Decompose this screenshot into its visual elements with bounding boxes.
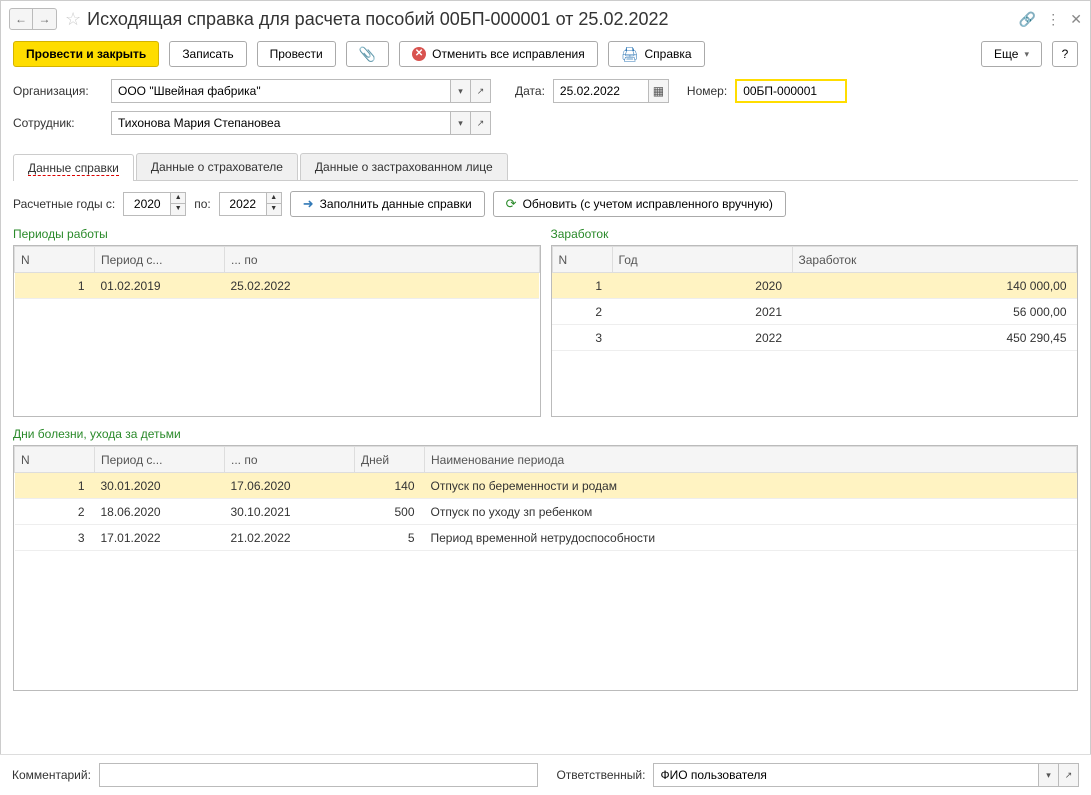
organization-label: Организация:	[13, 84, 103, 98]
earnings-title: Заработок	[551, 227, 1079, 241]
date-input[interactable]	[553, 79, 649, 103]
year-from-spinner[interactable]: ▲▼	[123, 192, 186, 216]
sick-col-n: N	[15, 447, 95, 473]
employee-open-button[interactable]: ↗	[471, 111, 491, 135]
post-button[interactable]: Провести	[257, 41, 336, 67]
sickdays-table[interactable]: N Период с... ... по Дней Наименование п…	[14, 446, 1077, 551]
sick-col-name: Наименование периода	[425, 447, 1077, 473]
responsible-input[interactable]	[653, 763, 1039, 787]
close-icon[interactable]: ✕	[1070, 11, 1082, 28]
calendar-icon: ▦	[653, 84, 664, 98]
cancel-corrections-button[interactable]: ✕ Отменить все исправления	[399, 41, 598, 67]
years-to-label: по:	[194, 197, 211, 211]
more-button[interactable]: Еще	[981, 41, 1042, 67]
table-row[interactable]: 2 18.06.2020 30.10.2021 500 Отпуск по ух…	[15, 499, 1077, 525]
table-row[interactable]: 1 30.01.2020 17.06.2020 140 Отпуск по бе…	[15, 473, 1077, 499]
sick-col-from: Период с...	[95, 447, 225, 473]
organization-open-button[interactable]: ↗	[471, 79, 491, 103]
earnings-col-year: Год	[612, 247, 792, 273]
table-row[interactable]: 1 2020 140 000,00	[552, 273, 1077, 299]
earnings-table[interactable]: N Год Заработок 1 2020 140 000,00 2 2021	[552, 246, 1078, 351]
post-and-close-button[interactable]: Провести и закрыть	[13, 41, 159, 67]
table-row[interactable]: 3 2022 450 290,45	[552, 325, 1077, 351]
help-button[interactable]: ?	[1052, 41, 1078, 67]
number-label: Номер:	[687, 84, 727, 98]
responsible-dropdown-button[interactable]: ▾	[1039, 763, 1059, 787]
year-from-input[interactable]	[124, 193, 170, 215]
periods-col-to: ... по	[225, 247, 540, 273]
organization-input[interactable]	[111, 79, 451, 103]
year-to-spinner[interactable]: ▲▼	[219, 192, 282, 216]
table-row[interactable]: 2 2021 56 000,00	[552, 299, 1077, 325]
link-icon[interactable]: 🔗	[1019, 11, 1036, 28]
fill-data-button[interactable]: ➜ Заполнить данные справки	[290, 191, 485, 217]
paperclip-icon: 📎	[359, 46, 376, 63]
comment-input[interactable]	[99, 763, 539, 787]
periods-col-n: N	[15, 247, 95, 273]
date-picker-button[interactable]: ▦	[649, 79, 669, 103]
earnings-col-sum: Заработок	[792, 247, 1077, 273]
attachments-button[interactable]: 📎	[346, 41, 389, 67]
page-title: Исходящая справка для расчета пособий 00…	[87, 9, 1019, 30]
date-label: Дата:	[515, 84, 545, 98]
tab-insurer[interactable]: Данные о страхователе	[136, 153, 298, 180]
year-from-up[interactable]: ▲	[171, 193, 185, 204]
fill-arrow-icon: ➜	[303, 196, 314, 212]
earnings-col-n: N	[552, 247, 612, 273]
periods-table[interactable]: N Период с... ... по 1 01.02.2019 25.02.…	[14, 246, 540, 299]
organization-dropdown-button[interactable]: ▾	[451, 79, 471, 103]
number-input[interactable]	[735, 79, 847, 103]
save-button[interactable]: Записать	[169, 41, 246, 67]
sickdays-title: Дни болезни, ухода за детьми	[13, 427, 1078, 441]
refresh-icon: ⟳	[506, 196, 517, 212]
employee-input[interactable]	[111, 111, 451, 135]
employee-dropdown-button[interactable]: ▾	[451, 111, 471, 135]
sick-col-days: Дней	[355, 447, 425, 473]
nav-back-button[interactable]: ←	[9, 8, 33, 30]
comment-label: Комментарий:	[12, 768, 91, 782]
tab-data[interactable]: Данные справки	[13, 154, 134, 181]
printer-icon: 🖨	[621, 46, 639, 63]
refresh-button[interactable]: ⟳ Обновить (с учетом исправленного вручн…	[493, 191, 786, 217]
cancel-icon: ✕	[412, 47, 426, 61]
responsible-open-button[interactable]: ↗	[1059, 763, 1079, 787]
favorite-icon[interactable]: ☆	[65, 9, 81, 30]
nav-forward-button[interactable]: →	[33, 8, 57, 30]
responsible-label: Ответственный:	[556, 768, 645, 782]
table-row[interactable]: 1 01.02.2019 25.02.2022	[15, 273, 540, 299]
year-to-up[interactable]: ▲	[267, 193, 281, 204]
year-from-down[interactable]: ▼	[171, 204, 185, 215]
periods-col-from: Период с...	[95, 247, 225, 273]
table-row[interactable]: 3 17.01.2022 21.02.2022 5 Период временн…	[15, 525, 1077, 551]
kebab-menu-icon[interactable]: ⋮	[1046, 11, 1060, 28]
year-to-down[interactable]: ▼	[267, 204, 281, 215]
tab-insured[interactable]: Данные о застрахованном лице	[300, 153, 508, 180]
employee-label: Сотрудник:	[13, 116, 103, 130]
periods-title: Периоды работы	[13, 227, 541, 241]
year-to-input[interactable]	[220, 193, 266, 215]
print-report-button[interactable]: 🖨 Справка	[608, 41, 705, 67]
sick-col-to: ... по	[225, 447, 355, 473]
years-from-label: Расчетные годы с:	[13, 197, 115, 211]
